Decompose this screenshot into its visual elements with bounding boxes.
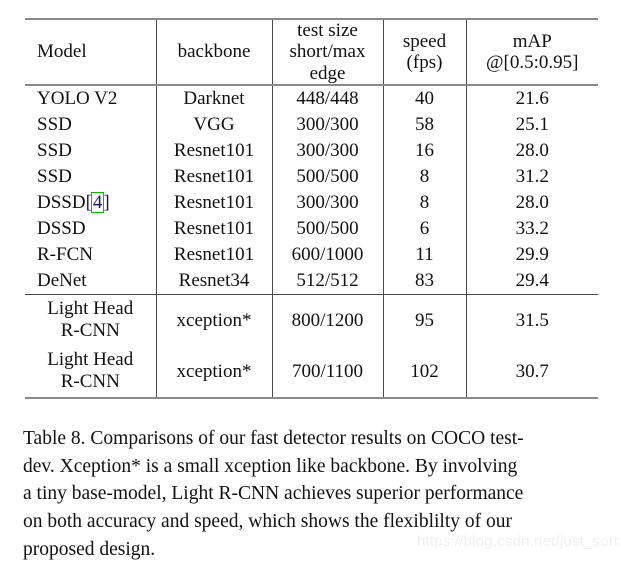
cell-map: 31.5 <box>465 294 598 346</box>
cell-model: R-FCN <box>37 244 93 266</box>
cell-backbone: Resnet101 <box>155 215 272 242</box>
cell-test-size: 300/300 <box>271 137 383 164</box>
column-header-map-line2: @[0.5:0.95] <box>486 51 579 73</box>
table-row: SSD Resnet101 500/500 8 31.2 <box>25 163 598 190</box>
cell-test-size: 800/1200 <box>271 294 383 346</box>
cell-map: 29.9 <box>465 241 598 268</box>
results-table-container: Model backbone test size short/max edge … <box>25 18 598 400</box>
cell-test-size: 448/448 <box>271 85 383 112</box>
cell-model: SSD <box>37 114 72 136</box>
cell-backbone: xception* <box>155 294 272 346</box>
column-header-test-size-line3: edge <box>309 62 346 84</box>
cell-backbone: Resnet101 <box>155 137 272 164</box>
table-header: Model backbone test size short/max edge … <box>25 18 598 85</box>
table-row: DSSD [4] Resnet101 300/300 8 28.0 <box>25 189 598 216</box>
cell-map: 33.2 <box>465 215 598 242</box>
column-header-backbone-label: backbone <box>177 41 251 63</box>
table-row: R-FCN Resnet101 600/1000 11 29.9 <box>25 241 598 268</box>
cell-test-size: 300/300 <box>271 111 383 138</box>
cell-backbone: Resnet101 <box>155 163 272 190</box>
cell-map: 28.0 <box>465 137 598 164</box>
column-header-speed-line1: speed <box>402 30 447 52</box>
cell-backbone: xception* <box>155 345 272 398</box>
watermark: https://blog.csdn.net/just_sort <box>417 533 619 550</box>
cell-speed: 102 <box>382 345 466 398</box>
cell-backbone: Resnet34 <box>155 267 272 295</box>
cell-model-line1: Light Head <box>47 297 134 319</box>
cell-speed: 8 <box>382 163 466 190</box>
column-header-backbone: backbone <box>155 20 272 85</box>
caption-line-4: on both accuracy and speed, which shows … <box>23 511 512 533</box>
cell-test-size: 300/300 <box>271 189 383 216</box>
table-rule-bottom <box>25 396 598 400</box>
cell-backbone: Resnet101 <box>155 241 272 268</box>
cell-map: 29.4 <box>465 267 598 295</box>
column-header-test-size-line2: short/max <box>289 41 366 63</box>
column-header-map-line1: mAP <box>512 30 552 52</box>
cell-map: 21.6 <box>465 85 598 112</box>
column-header-model: Model <box>25 20 156 85</box>
table-row-highlight: Light Head R-CNN xception* 800/1200 95 3… <box>25 294 598 346</box>
cell-test-size: 500/500 <box>271 215 383 242</box>
column-header-map: mAP @[0.5:0.95] <box>465 20 598 85</box>
cell-model-line1: Light Head <box>47 348 134 370</box>
table-header-row: Model backbone test size short/max edge … <box>25 20 598 85</box>
table-row: YOLO V2 Darknet 448/448 40 21.6 <box>25 85 598 112</box>
cell-model: DeNet <box>37 270 87 292</box>
cell-speed: 6 <box>382 215 466 242</box>
column-header-speed-line2: (fps) <box>406 51 443 73</box>
table-body: YOLO V2 Darknet 448/448 40 21.6 SSD VGG … <box>25 83 598 400</box>
cell-model: YOLO V2 <box>37 88 118 110</box>
caption-line-2: dev. Xception* is a small xception like … <box>23 455 518 477</box>
cell-speed: 16 <box>382 137 466 164</box>
cell-model: Light Head R-CNN <box>25 295 156 346</box>
table-row: SSD VGG 300/300 58 25.1 <box>25 111 598 138</box>
cell-test-size: 700/1100 <box>271 345 383 398</box>
table-row: DSSD Resnet101 500/500 6 33.2 <box>25 215 598 242</box>
table-row: DeNet Resnet34 512/512 83 29.4 <box>25 267 598 295</box>
citation-reference[interactable]: [4] <box>86 192 110 214</box>
cell-map: 30.7 <box>465 345 598 398</box>
column-header-test-size: test size short/max edge <box>271 20 383 85</box>
cell-model: DSSD <box>37 218 86 240</box>
column-header-test-size-line1: test size <box>297 20 358 41</box>
cell-model: SSD <box>37 140 72 162</box>
cell-model: DSSD [4] <box>25 190 156 216</box>
cell-test-size: 512/512 <box>271 267 383 295</box>
cell-speed: 11 <box>382 241 466 268</box>
cell-model-label: DSSD <box>37 192 86 214</box>
caption-line-1: Table 8. Comparisons of our fast detecto… <box>23 428 524 449</box>
citation-bracket-close: ] <box>103 192 110 214</box>
column-header-speed: speed (fps) <box>382 20 466 85</box>
cell-test-size: 500/500 <box>271 163 383 190</box>
cell-speed: 8 <box>382 189 466 216</box>
column-header-model-label: Model <box>37 41 87 63</box>
cell-map: 28.0 <box>465 189 598 216</box>
table-row: SSD Resnet101 300/300 16 28.0 <box>25 137 598 164</box>
cell-model-line2: R-CNN <box>60 320 120 342</box>
cell-test-size: 600/1000 <box>271 241 383 268</box>
cell-speed: 40 <box>382 85 466 112</box>
caption-line-3: a tiny base-model, Light R-CNN achieves … <box>23 483 524 505</box>
cell-map: 25.1 <box>465 111 598 138</box>
cell-backbone: Darknet <box>155 85 272 112</box>
cell-model: Light Head R-CNN <box>25 346 156 398</box>
cell-speed: 83 <box>382 267 466 295</box>
cell-speed: 58 <box>382 111 466 138</box>
table-row-highlight: Light Head R-CNN xception* 700/1100 102 … <box>25 345 598 398</box>
cell-model: SSD <box>37 166 72 188</box>
cell-backbone: VGG <box>155 111 272 138</box>
cell-map: 31.2 <box>465 163 598 190</box>
cell-model-line2: R-CNN <box>60 371 120 393</box>
results-table: Model backbone test size short/max edge … <box>25 18 598 400</box>
cell-speed: 95 <box>382 294 466 346</box>
cell-backbone: Resnet101 <box>155 189 272 216</box>
